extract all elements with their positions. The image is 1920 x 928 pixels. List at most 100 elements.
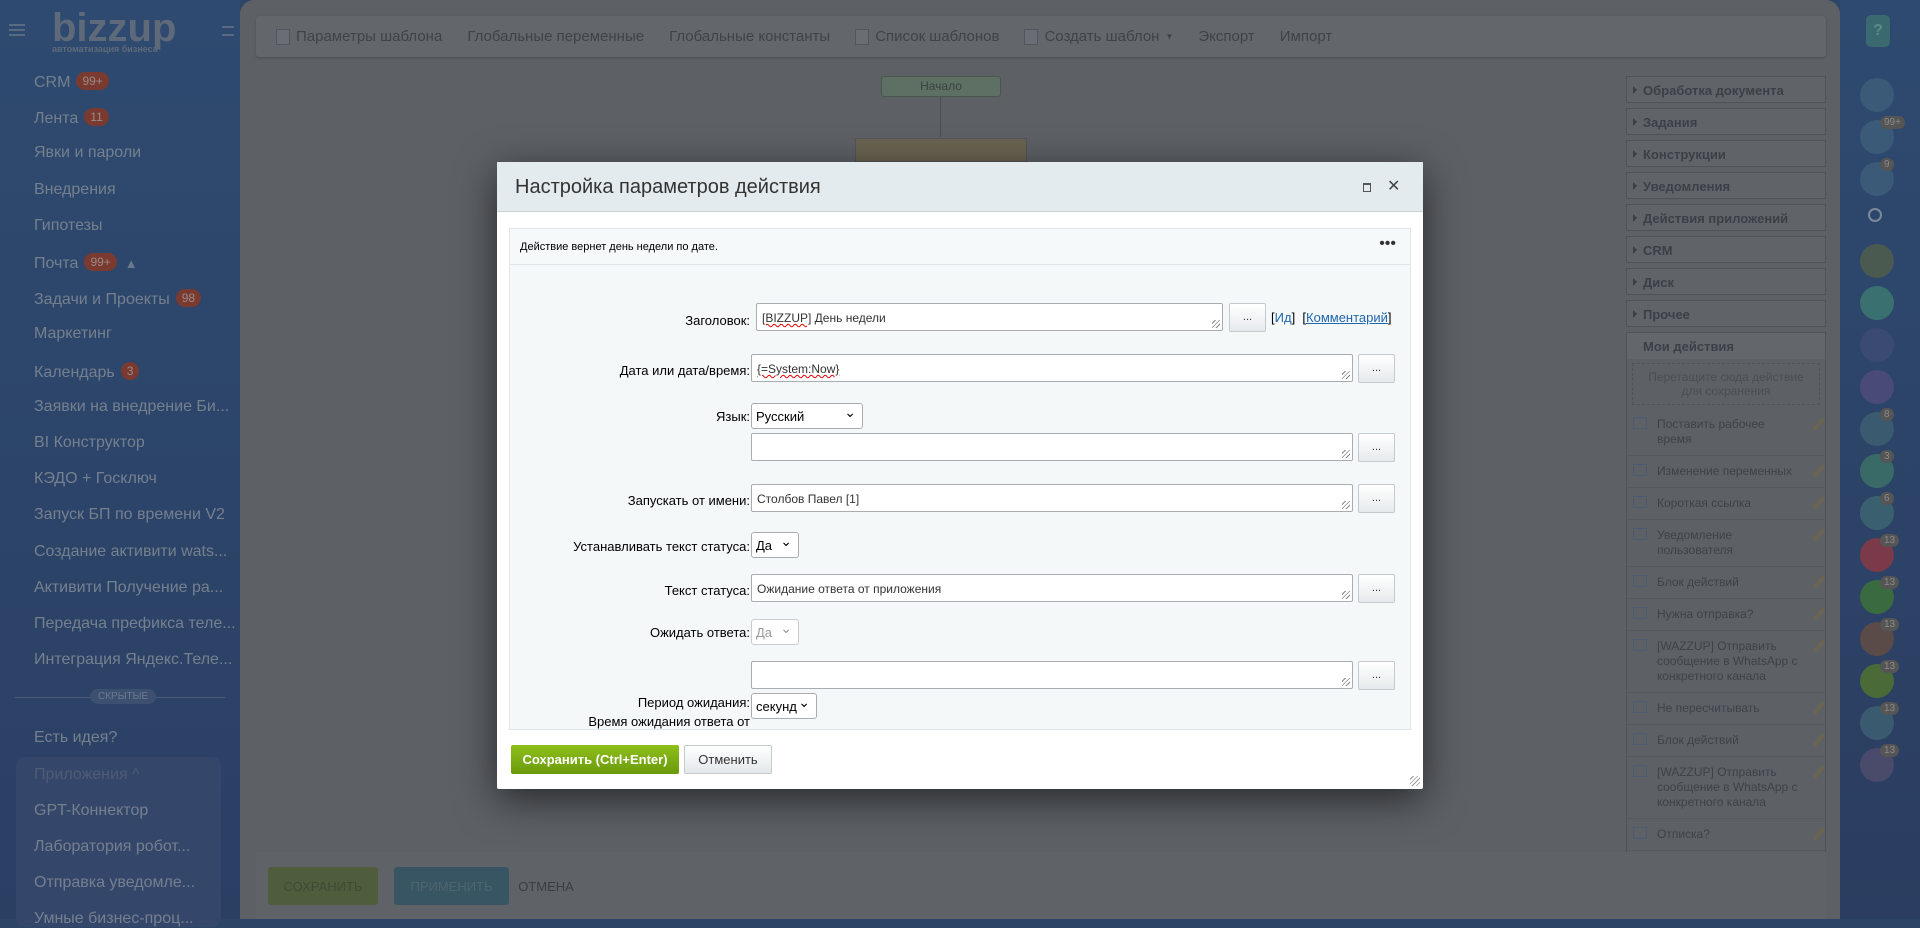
panel-section[interactable]: Диск [1626,268,1826,295]
action-item[interactable]: Короткая ссылка [1627,488,1825,520]
menu-item[interactable]: КЭДО + Госключ [34,470,157,488]
action-item[interactable]: Нужна отправка? [1627,599,1825,631]
toolbar-item[interactable]: Импорт [1280,28,1332,45]
action-item[interactable]: [WAZZUP] Отправить сообщение в WhatsApp … [1627,757,1825,819]
toolbar-item[interactable]: Создать шаблон ▼ [1024,28,1173,45]
title-input[interactable]: [BIZZUP] День недели [756,303,1223,331]
menu-item[interactable]: Создание активити wats... [34,543,227,561]
period-picker-button[interactable]: ... [1358,661,1395,690]
my-actions-header[interactable]: Мои действия [1627,333,1825,359]
close-icon[interactable]: ✕ [1387,176,1400,196]
toolbar-item[interactable]: Глобальные переменные [467,28,644,45]
chat-avatar[interactable] [1860,370,1894,404]
save-button[interactable]: СОХРАНИТЬ [268,867,378,905]
panel-section[interactable]: Прочее [1626,300,1826,327]
language-input[interactable] [751,433,1353,461]
help-icon[interactable]: ? [1866,15,1890,47]
edit-icon[interactable] [1812,701,1825,715]
action-item[interactable]: Не пересчитывать [1627,693,1825,725]
hidden-label[interactable]: СКРЫТЫЕ [90,689,157,704]
menu-item[interactable]: Лента 11 [34,108,109,128]
menu-item-idea[interactable]: Есть идея? [34,729,117,747]
panel-section[interactable]: CRM [1626,236,1826,263]
search-icon[interactable] [1868,208,1882,222]
app-item[interactable]: GPT-Коннектор [34,802,148,820]
more-icon[interactable]: ••• [1379,235,1396,253]
status-text-input[interactable]: Ожидание ответа от приложения [751,574,1353,602]
edit-icon[interactable] [1812,528,1825,542]
chat-avatar[interactable] [1860,328,1894,362]
settings-icon[interactable] [222,26,234,36]
id-link[interactable]: Ид [1275,310,1292,325]
edit-icon[interactable] [1812,827,1825,841]
chat-avatar[interactable] [1860,244,1894,278]
menu-item[interactable]: Внедрения [34,181,116,199]
action-item[interactable]: Блок действий [1627,725,1825,757]
panel-section[interactable]: Задания [1626,108,1826,135]
language-select[interactable]: Русский [751,403,863,429]
toolbar-item[interactable]: Параметры шаблона [276,28,442,45]
edit-icon[interactable] [1812,464,1825,478]
toolbar-item[interactable]: Глобальные константы [669,28,830,45]
date-input[interactable]: {=System:Now} [751,354,1353,382]
notification-icon[interactable] [1860,78,1894,112]
dialog-save-button[interactable]: Сохранить (Ctrl+Enter) [511,745,679,774]
panel-section[interactable]: Обработка документа [1626,76,1826,103]
period-input[interactable] [751,661,1353,689]
toolbar-item[interactable]: Список шаблонов [855,28,999,45]
set-status-select[interactable]: Да [751,532,799,558]
menu-item[interactable]: Передача префикса теле... [34,615,236,633]
menu-item[interactable]: BI Конструктор [34,434,145,452]
action-item[interactable]: Отписка? [1627,819,1825,851]
menu-item[interactable]: Маркетинг [34,325,112,343]
wait-select[interactable]: Да [751,619,799,645]
menu-item[interactable]: Календарь 3 [34,361,140,382]
maximize-icon[interactable] [1363,183,1371,192]
action-item[interactable]: Блок действий [1627,567,1825,599]
start-node[interactable]: Начало [881,76,1001,97]
title-picker-button[interactable]: ... [1229,303,1266,332]
resize-handle[interactable] [1410,776,1420,786]
menu-item[interactable]: Активити Получение ра... [34,579,223,597]
menu-item[interactable]: Почта 99+ ▲ [34,253,138,273]
menu-item[interactable]: Задачи и Проекты 98 [34,289,202,309]
menu-item[interactable]: Интеграция Яндекс.Теле... [34,651,232,669]
chat-avatar[interactable] [1860,286,1894,320]
panel-section[interactable]: Действия приложений [1626,204,1826,231]
menu-item[interactable]: Заявки на внедрение Би... [34,398,229,416]
period-unit-select[interactable]: секунд [751,693,817,719]
toolbar-item[interactable]: Экспорт [1198,28,1254,45]
status-text-picker-button[interactable]: ... [1358,574,1395,603]
edit-icon[interactable] [1812,496,1825,510]
menu-item[interactable]: Гипотезы [34,217,102,235]
apply-button[interactable]: ПРИМЕНИТЬ [394,867,509,905]
menu-item[interactable]: Явки и пароли [34,144,141,162]
edit-icon[interactable] [1812,765,1825,779]
edit-icon[interactable] [1812,639,1825,653]
action-item[interactable]: Изменение переменных [1627,456,1825,488]
menu-icon[interactable] [9,24,25,36]
app-item[interactable]: Отправка уведомле... [34,874,195,892]
action-item[interactable]: Уведомление пользователя [1627,520,1825,567]
date-picker-button[interactable]: ... [1358,354,1395,383]
cancel-link[interactable]: ОТМЕНА [516,867,576,905]
edit-icon[interactable] [1812,607,1825,621]
menu-item[interactable]: Запуск БП по времени V2 [34,506,225,524]
action-node[interactable] [855,138,1027,162]
action-item[interactable]: Поставить рабочее время [1627,409,1825,456]
panel-section[interactable]: Уведомления [1626,172,1826,199]
dialog-cancel-button[interactable]: Отменить [684,745,772,774]
run-as-picker-button[interactable]: ... [1358,484,1395,513]
comment-link[interactable]: Комментарий [1306,310,1388,325]
edit-icon[interactable] [1812,575,1825,589]
menu-item[interactable]: CRM 99+ [34,72,109,92]
app-item[interactable]: Умные бизнес-проц... [34,910,194,928]
run-as-input[interactable]: Столбов Павел [1] [751,484,1353,512]
edit-icon[interactable] [1812,417,1825,431]
panel-section[interactable]: Конструкции [1626,140,1826,167]
language-picker-button[interactable]: ... [1358,433,1395,462]
edit-icon[interactable] [1812,733,1825,747]
apps-toggle[interactable]: Приложения ^ [34,766,140,784]
app-item[interactable]: Лаборатория робот... [34,838,190,856]
action-item[interactable]: [WAZZUP] Отправить сообщение в WhatsApp … [1627,631,1825,693]
